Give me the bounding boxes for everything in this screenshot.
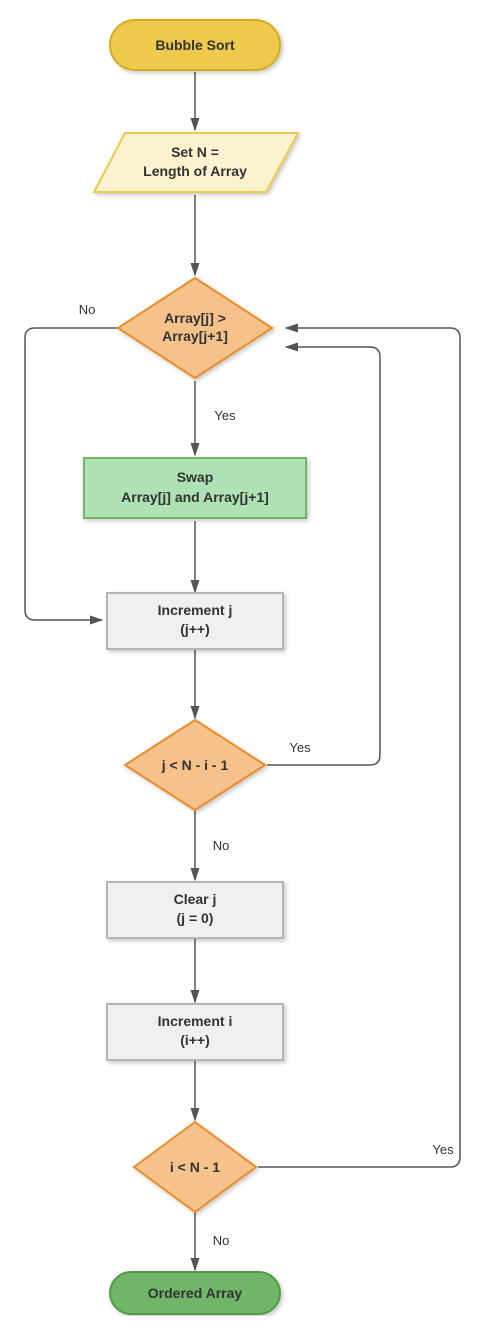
- node-start: Bubble Sort: [110, 20, 280, 70]
- clearJ-l2: (j = 0): [177, 910, 214, 926]
- setN-l2: Length of Array: [143, 163, 247, 179]
- icond-label: i < N - 1: [170, 1159, 220, 1175]
- label-cmp-no: No: [79, 302, 96, 317]
- node-jcond: j < N - i - 1: [125, 720, 265, 810]
- node-end: Ordered Array: [110, 1272, 280, 1314]
- edge-jcond-cmp-yes: [267, 347, 380, 765]
- edge-icond-cmp-yes: [258, 328, 460, 1167]
- label-cmp-yes: Yes: [214, 408, 236, 423]
- flowchart-svg: Yes No Yes No Yes No Bubble Sort Set N =…: [0, 0, 502, 1316]
- node-swap: Swap Array[j] and Array[j+1]: [84, 458, 306, 518]
- swap-l2: Array[j] and Array[j+1]: [121, 489, 269, 505]
- label-icond-yes: Yes: [432, 1142, 454, 1157]
- jcond-label: j < N - i - 1: [161, 757, 229, 773]
- incJ-l1: Increment j: [158, 602, 233, 618]
- clearJ-l1: Clear j: [174, 891, 217, 907]
- end-label: Ordered Array: [148, 1285, 243, 1301]
- label-jcond-yes: Yes: [289, 740, 311, 755]
- node-setN: Set N = Length of Array: [94, 133, 298, 192]
- swap-l1: Swap: [177, 469, 214, 485]
- incI-l2: (i++): [180, 1032, 210, 1048]
- node-clearJ: Clear j (j = 0): [107, 882, 283, 938]
- node-incJ: Increment j (j++): [107, 593, 283, 649]
- node-icond: i < N - 1: [134, 1122, 256, 1212]
- setN-l1: Set N =: [171, 144, 219, 160]
- node-cmp: Array[j] > Array[j+1]: [118, 278, 272, 378]
- cmp-l1: Array[j] >: [164, 310, 226, 326]
- start-label: Bubble Sort: [155, 37, 235, 53]
- incJ-l2: (j++): [180, 621, 210, 637]
- node-incI: Increment i (i++): [107, 1004, 283, 1060]
- cmp-l2: Array[j+1]: [162, 328, 228, 344]
- label-jcond-no: No: [213, 838, 230, 853]
- label-icond-no: No: [213, 1233, 230, 1248]
- incI-l1: Increment i: [158, 1013, 233, 1029]
